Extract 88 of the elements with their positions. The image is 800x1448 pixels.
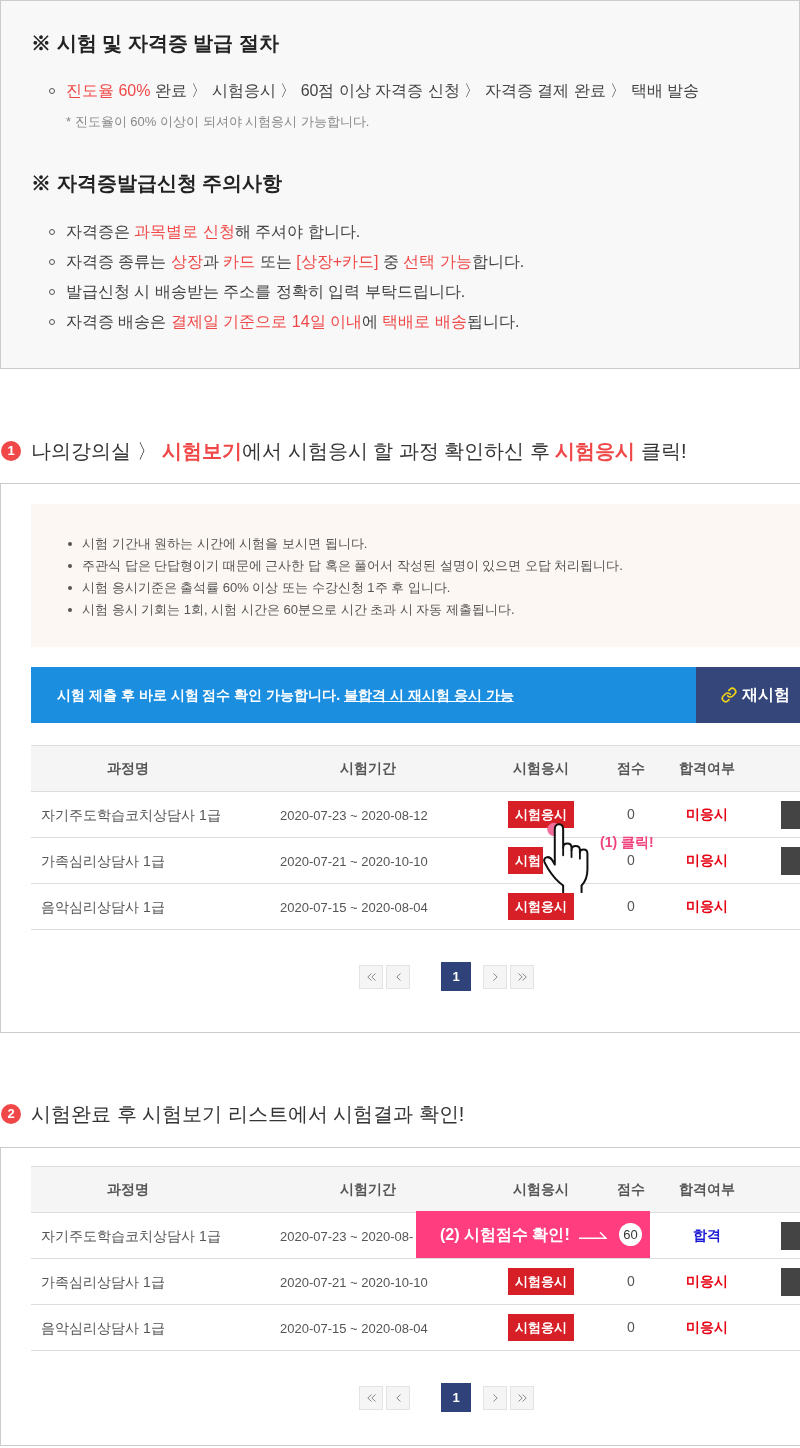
exam-button[interactable]: 시험응시: [508, 893, 574, 920]
first-page-button[interactable]: [359, 964, 383, 989]
column-header: 과정명: [107, 1180, 149, 1199]
action-button[interactable]: [781, 1221, 800, 1250]
notice-item: 시험 응시 기회는 1회, 시험 시간은 60분으로 시간 초과 시 자동 제출됩니다.: [82, 601, 515, 619]
list-item: 자격증 배송은 결제일 기준으로 14일 이내에 택배로 배송됩니다.: [66, 312, 520, 332]
result-status: 미응시: [686, 1272, 728, 1291]
course-name: 음악심리상담사 1급: [41, 898, 165, 915]
score: 0: [627, 805, 635, 824]
last-page-button[interactable]: [510, 964, 534, 989]
score: 0: [627, 1272, 635, 1291]
exam-period: 2020-07-15 ~ 2020-08-04: [280, 899, 428, 915]
double-chevron-left-icon: [366, 1393, 376, 1402]
last-page-button[interactable]: [510, 1385, 534, 1410]
chevron-right-icon: [492, 972, 498, 981]
list-item: 진도율 60% 완료 〉 시험응시 〉 60점 이상 자격증 신청 〉 자격증 결제 완료 〉 택배 발송: [66, 81, 699, 101]
banner-link[interactable]: 불합격 시 재시험 응시 가능: [344, 686, 514, 703]
pointing-hand-icon: [543, 821, 590, 893]
step-heading: 시험완료 후 시험보기 리스트에서 시험결과 확인!: [31, 1102, 465, 1127]
notice-item: 주관식 답은 단답형이기 때문에 근사한 답 혹은 풀어서 작성된 설명이 있으면 오답 처리됩니다.: [82, 557, 623, 575]
exam-period: 2020-07-23 ~ 2020-08-: [280, 1228, 414, 1244]
exam-button[interactable]: 시험응시: [508, 1314, 574, 1341]
action-button[interactable]: [781, 800, 800, 829]
result-status: 미응시: [686, 897, 728, 916]
column-header: 시험응시: [513, 759, 569, 778]
exam-period: 2020-07-21 ~ 2020-10-10: [280, 853, 428, 869]
column-header: 과정명: [107, 759, 149, 778]
callout-text: (2) 시험점수 확인!: [440, 1224, 570, 1245]
list-item: 자격증 종류는 상장과 카드 또는 [상장+카드] 중 선택 가능합니다.: [66, 252, 525, 272]
column-header: 시험기간: [339, 1180, 396, 1199]
next-page-button[interactable]: [483, 1385, 507, 1410]
score: 0: [627, 1318, 635, 1337]
column-header: 합격여부: [679, 759, 735, 778]
link-icon: [721, 687, 737, 703]
action-button[interactable]: [781, 1267, 800, 1296]
step-number: 1: [1, 441, 21, 461]
result-status: 미응시: [686, 805, 728, 824]
bullet-icon: [68, 586, 72, 590]
notice-item: 시험 응시기준은 출석률 60% 이상 또는 수강신청 1주 후 입니다.: [82, 579, 451, 597]
retake-button[interactable]: 재시험: [696, 667, 800, 723]
course-name: 자기주도학습코치상담사 1급: [41, 806, 221, 823]
section-title: ※ 시험 및 자격증 발급 절차: [31, 31, 280, 56]
double-chevron-right-icon: [517, 972, 527, 981]
column-header: 합격여부: [679, 1180, 735, 1199]
step-number: 2: [1, 1104, 21, 1124]
exam-period: 2020-07-23 ~ 2020-08-12: [280, 807, 428, 823]
result-status: 미응시: [686, 1318, 728, 1337]
exam-button[interactable]: 시험응시: [508, 801, 574, 828]
callout-text: (1) 클릭!: [600, 833, 654, 852]
course-name: 음악심리상담사 1급: [41, 1319, 165, 1336]
page-button[interactable]: 1: [441, 1383, 471, 1412]
column-header: 점수: [617, 1180, 645, 1199]
section-title: ※ 자격증발급신청 주의사항: [31, 171, 284, 196]
course-name: 자기주도학습코치상담사 1급: [41, 1227, 221, 1244]
result-status: 미응시: [686, 851, 728, 870]
exam-period: 2020-07-21 ~ 2020-10-10: [280, 1274, 428, 1290]
previous-page-button[interactable]: [386, 964, 410, 989]
bullet-icon: [68, 608, 72, 612]
column-header: 시험기간: [339, 759, 396, 778]
chevron-left-icon: [395, 972, 401, 981]
exam-button[interactable]: 시험: [508, 847, 543, 874]
course-name: 가족심리상담사 1급: [41, 1273, 165, 1290]
bullet-icon: [68, 564, 72, 568]
chevron-left-icon: [395, 1393, 401, 1402]
banner-text: 시험 제출 후 바로 시험 점수 확인 가능합니다. 불합격 시 재시험 응시 가능: [57, 685, 514, 705]
double-chevron-left-icon: [366, 972, 376, 981]
score: 0: [627, 897, 635, 916]
note-text: * 진도율이 60% 이상이 되셔야 시험응시 가능합니다.: [66, 113, 371, 131]
page-button[interactable]: 1: [441, 962, 471, 991]
course-name: 가족심리상담사 1급: [41, 852, 165, 869]
exam-period: 2020-07-15 ~ 2020-08-04: [280, 1320, 428, 1336]
list-item: 발급신청 시 배송받는 주소를 정확히 입력 부탁드립니다.: [66, 282, 466, 302]
list-item: 자격증은 과목별로 신청해 주셔야 합니다.: [66, 222, 361, 242]
notice-item: 시험 기간내 원하는 시간에 시험을 보시면 됩니다.: [82, 535, 368, 553]
bullet-icon: [68, 542, 72, 546]
action-button[interactable]: [781, 846, 800, 875]
chevron-right-icon: [492, 1393, 498, 1402]
column-header: 시험응시: [513, 1180, 569, 1199]
next-page-button[interactable]: [483, 964, 507, 989]
first-page-button[interactable]: [359, 1385, 383, 1410]
score: 0: [627, 851, 635, 870]
previous-page-button[interactable]: [386, 1385, 410, 1410]
score-badge: 60: [619, 1223, 642, 1246]
double-chevron-right-icon: [517, 1393, 527, 1402]
column-header: 점수: [617, 759, 645, 778]
exam-button[interactable]: 시험응시: [508, 1268, 574, 1295]
step-heading: 나의강의실 〉 시험보기에서 시험응시 할 과정 확인하신 후 시험응시 클릭!: [31, 439, 687, 464]
result-status: 합격: [693, 1226, 721, 1245]
